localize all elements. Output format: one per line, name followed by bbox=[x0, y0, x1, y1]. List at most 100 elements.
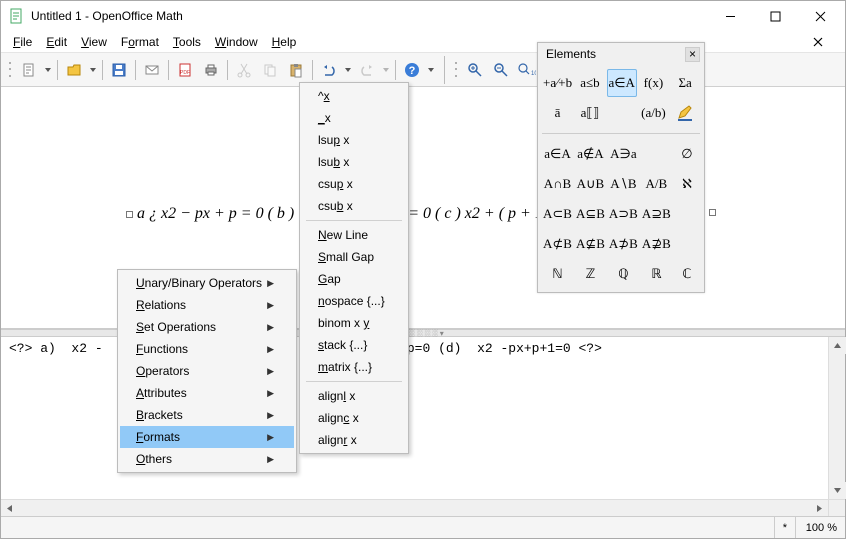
el-op[interactable]: A⊉B bbox=[641, 230, 672, 258]
menu-tools[interactable]: Tools bbox=[167, 33, 207, 51]
zoom-in-button[interactable] bbox=[463, 58, 487, 82]
scroll-down-button[interactable] bbox=[829, 482, 846, 499]
print-button[interactable] bbox=[199, 58, 223, 82]
maximize-button[interactable] bbox=[753, 2, 798, 30]
ctx-item-operators[interactable]: Operators▶ bbox=[120, 360, 294, 382]
el-op[interactable]: ℂ bbox=[674, 260, 700, 288]
el-op[interactable]: ℤ bbox=[575, 260, 606, 288]
ctx-sub-item[interactable]: binom x y bbox=[302, 312, 406, 334]
el-op[interactable]: ℕ bbox=[542, 260, 573, 288]
undo-button[interactable] bbox=[317, 58, 341, 82]
redo-dropdown[interactable] bbox=[381, 68, 391, 72]
ctx-item-others[interactable]: Others▶ bbox=[120, 448, 294, 470]
el-unary-binary[interactable]: +a⁄+b bbox=[542, 69, 573, 97]
selection-handle-left[interactable] bbox=[126, 211, 133, 218]
el-op[interactable]: ℵ bbox=[674, 170, 700, 198]
el-relations[interactable]: a≤b bbox=[575, 69, 605, 97]
pdf-button[interactable]: PDF bbox=[173, 58, 197, 82]
ctx-item-relations[interactable]: Relations▶ bbox=[120, 294, 294, 316]
menu-view[interactable]: View bbox=[75, 33, 113, 51]
el-op[interactable]: A⊈B bbox=[575, 230, 606, 258]
el-op[interactable]: A⊄B bbox=[542, 230, 573, 258]
ctx-sub-item[interactable]: _x bbox=[302, 107, 406, 129]
undo-dropdown[interactable] bbox=[343, 68, 353, 72]
menu-format[interactable]: Format bbox=[115, 33, 165, 51]
el-op[interactable]: A∪B bbox=[575, 170, 606, 198]
el-op[interactable]: ∅ bbox=[674, 140, 700, 168]
vertical-scrollbar[interactable] bbox=[828, 337, 845, 499]
ctx-sub-item[interactable]: lsup x bbox=[302, 129, 406, 151]
el-operators[interactable]: Σa bbox=[670, 69, 700, 97]
ctx-sub-item[interactable]: Small Gap bbox=[302, 246, 406, 268]
menu-edit[interactable]: Edit bbox=[40, 33, 73, 51]
ctx-item-set-operations[interactable]: Set Operations▶ bbox=[120, 316, 294, 338]
open-dropdown[interactable] bbox=[88, 68, 98, 72]
minimize-button[interactable] bbox=[708, 2, 753, 30]
ctx-sub-item[interactable]: nospace {...} bbox=[302, 290, 406, 312]
toolbar-grip-2[interactable] bbox=[453, 60, 459, 80]
ctx-sub-item[interactable]: alignr x bbox=[302, 429, 406, 451]
el-set-ops[interactable]: a∈A bbox=[607, 69, 637, 97]
el-op[interactable]: A⊅B bbox=[608, 230, 639, 258]
ctx-sub-item[interactable]: matrix {...} bbox=[302, 356, 406, 378]
toolbar-overflow[interactable] bbox=[426, 68, 436, 72]
el-op[interactable]: A/B bbox=[641, 170, 672, 198]
close-button[interactable] bbox=[798, 2, 843, 30]
zoom-100-button[interactable]: 100 bbox=[515, 58, 539, 82]
ctx-sub-item[interactable]: New Line bbox=[302, 224, 406, 246]
el-functions[interactable]: f(x) bbox=[639, 69, 669, 97]
el-op[interactable]: ℚ bbox=[608, 260, 639, 288]
el-op[interactable]: A∩B bbox=[542, 170, 573, 198]
redo-button[interactable] bbox=[355, 58, 379, 82]
menu-window[interactable]: Window bbox=[209, 33, 264, 51]
elements-close-button[interactable]: × bbox=[685, 47, 700, 62]
elements-panel[interactable]: Elements × +a⁄+ba≤ba∈Af(x)Σaāa⟦⟧(a/b) a∈… bbox=[537, 42, 705, 293]
el-op[interactable]: A∖B bbox=[608, 170, 639, 198]
scroll-left-button[interactable] bbox=[1, 500, 18, 517]
ctx-sub-item[interactable]: csub x bbox=[302, 195, 406, 217]
new-doc-dropdown[interactable] bbox=[43, 68, 53, 72]
ctx-item-unary-binary-operators[interactable]: Unary/Binary Operators▶ bbox=[120, 272, 294, 294]
toolbar-grip[interactable] bbox=[7, 60, 13, 80]
el-op[interactable]: A⊇B bbox=[641, 200, 672, 228]
help-button[interactable]: ? bbox=[400, 58, 424, 82]
ctx-sub-item[interactable]: ^x bbox=[302, 85, 406, 107]
ctx-sub-item[interactable]: csup x bbox=[302, 173, 406, 195]
el-op[interactable]: A∋a bbox=[608, 140, 639, 168]
el-op[interactable]: a∈A bbox=[542, 140, 573, 168]
menu-file[interactable]: File bbox=[7, 33, 38, 51]
doc-close-button[interactable] bbox=[803, 31, 833, 53]
ctx-sub-item[interactable]: stack {...} bbox=[302, 334, 406, 356]
el-op[interactable]: A⊃B bbox=[608, 200, 639, 228]
status-zoom[interactable]: 100 % bbox=[795, 517, 845, 538]
menu-help[interactable]: Help bbox=[266, 33, 303, 51]
paste-button[interactable] bbox=[284, 58, 308, 82]
ctx-item-formats[interactable]: Formats▶ bbox=[120, 426, 294, 448]
save-button[interactable] bbox=[107, 58, 131, 82]
ctx-item-attributes[interactable]: Attributes▶ bbox=[120, 382, 294, 404]
ctx-sub-item[interactable]: lsub x bbox=[302, 151, 406, 173]
el-others[interactable] bbox=[670, 99, 700, 127]
ctx-item-brackets[interactable]: Brackets▶ bbox=[120, 404, 294, 426]
el-op[interactable]: A⊂B bbox=[542, 200, 573, 228]
el-brackets[interactable]: a⟦⟧ bbox=[575, 99, 605, 127]
open-button[interactable] bbox=[62, 58, 86, 82]
el-op[interactable]: a∉A bbox=[575, 140, 606, 168]
scroll-right-button[interactable] bbox=[811, 500, 828, 517]
selection-handle-right[interactable] bbox=[709, 209, 716, 216]
el-op[interactable]: A⊆B bbox=[575, 200, 606, 228]
new-doc-button[interactable] bbox=[17, 58, 41, 82]
ctx-sub-item[interactable]: alignl x bbox=[302, 385, 406, 407]
zoom-out-button[interactable] bbox=[489, 58, 513, 82]
mail-button[interactable] bbox=[140, 58, 164, 82]
copy-button[interactable] bbox=[258, 58, 282, 82]
horizontal-scrollbar[interactable] bbox=[1, 499, 845, 516]
cut-button[interactable] bbox=[232, 58, 256, 82]
el-blank1[interactable] bbox=[607, 99, 637, 127]
el-op[interactable]: ℝ bbox=[641, 260, 672, 288]
el-formats[interactable]: (a/b) bbox=[639, 99, 669, 127]
ctx-item-functions[interactable]: Functions▶ bbox=[120, 338, 294, 360]
el-attributes[interactable]: ā bbox=[542, 99, 573, 127]
scroll-up-button[interactable] bbox=[829, 337, 846, 354]
ctx-sub-item[interactable]: Gap bbox=[302, 268, 406, 290]
